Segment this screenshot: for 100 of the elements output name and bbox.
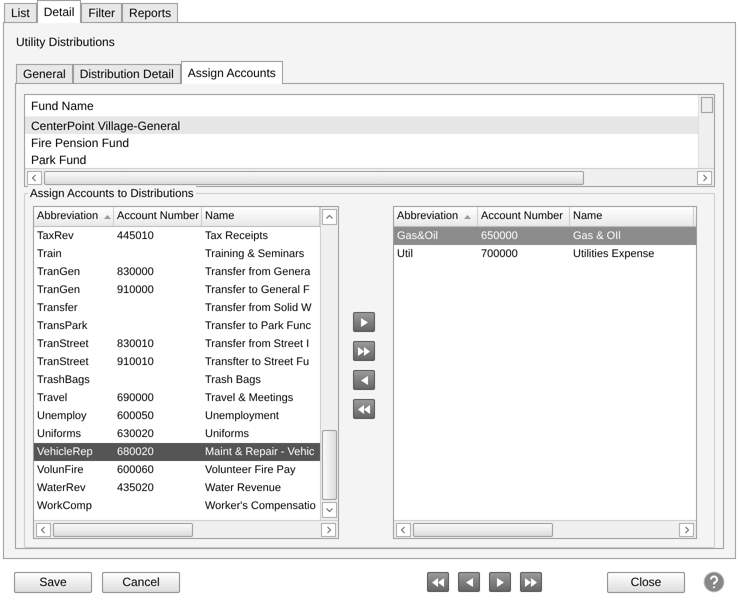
- list-item[interactable]: CenterPoint Village-General: [25, 117, 698, 134]
- column-header[interactable]: Name: [570, 207, 694, 226]
- grid-row[interactable]: TranStreet 910010 Transfter to Street Fu: [34, 353, 320, 371]
- grid-row[interactable]: Util 700000 Utilities Expense: [394, 245, 696, 263]
- horizontal-scrollbar[interactable]: [25, 168, 714, 186]
- table-cell: Trash Bags: [205, 374, 261, 386]
- triangle-icon: [496, 578, 504, 586]
- page-title: Utility Distributions: [16, 34, 116, 51]
- column-header[interactable]: Abbreviation: [394, 207, 478, 226]
- footer-button[interactable]: Save: [14, 572, 92, 592]
- table-cell: 600050: [117, 410, 154, 422]
- table-cell: 630020: [117, 428, 154, 440]
- tab[interactable]: List: [4, 3, 37, 22]
- table-cell: Travel: [37, 392, 68, 404]
- grid-row[interactable]: TranStreet 830010 Transfer from Street I: [34, 335, 320, 353]
- sort-ascending-icon: [104, 214, 112, 218]
- table-cell: TranStreet: [37, 356, 89, 368]
- table-cell: Water Revenue: [205, 482, 282, 494]
- grid-row[interactable]: VolunFire 600060 Volunteer Fire Pay: [34, 461, 320, 479]
- next-record-button[interactable]: [489, 572, 511, 592]
- table-cell: 600060: [117, 464, 154, 476]
- vertical-scrollbar[interactable]: [698, 95, 714, 168]
- tab[interactable]: Reports: [122, 3, 178, 22]
- scrollbar-thumb[interactable]: [322, 430, 337, 500]
- table-cell: Training & Seminars: [205, 248, 304, 260]
- sort-ascending-icon: [464, 214, 472, 218]
- previous-record-button[interactable]: [458, 572, 480, 592]
- horizontal-scrollbar[interactable]: [394, 520, 696, 538]
- table-cell: 690000: [117, 392, 154, 404]
- table-cell: TrashBags: [37, 374, 90, 386]
- table-cell: Transfer from Genera: [205, 266, 310, 278]
- close-button[interactable]: Close: [607, 572, 685, 592]
- grid-row[interactable]: Unemploy 600050 Unemployment: [34, 407, 320, 425]
- add-all-button[interactable]: [353, 341, 375, 361]
- remove-button[interactable]: [353, 370, 375, 390]
- table-cell: Maint & Repair - Vehic: [205, 446, 314, 458]
- grid-row[interactable]: TaxRev 445010 Tax Receipts: [34, 227, 320, 245]
- table-cell: Unemploy: [37, 410, 87, 422]
- table-cell: Unemployment: [205, 410, 279, 422]
- tab[interactable]: Detail: [36, 0, 82, 23]
- table-cell: 830010: [117, 338, 154, 350]
- footer-button[interactable]: Cancel: [102, 572, 180, 592]
- table-cell: TranGen: [37, 266, 80, 278]
- tab[interactable]: Filter: [81, 3, 122, 22]
- double-triangle-icon: [358, 346, 370, 356]
- table-cell: 650000: [481, 230, 518, 242]
- table-cell: Worker's Compensatio: [205, 500, 316, 512]
- table-cell: TaxRev: [37, 230, 74, 242]
- vertical-scrollbar[interactable]: [320, 207, 338, 520]
- table-cell: Utilities Expense: [573, 248, 654, 260]
- table-cell: Train: [37, 248, 62, 260]
- scrollbar-thumb[interactable]: [700, 97, 712, 113]
- scroll-up-icon[interactable]: [322, 209, 337, 225]
- list-item[interactable]: Fire Pension Fund: [25, 134, 698, 151]
- grid-row[interactable]: TranGen 910000 Transfer to General F: [34, 281, 320, 299]
- table-cell: 680020: [117, 446, 154, 458]
- table-cell: Util: [397, 248, 413, 260]
- scrollbar-thumb[interactable]: [44, 170, 584, 184]
- scroll-left-icon[interactable]: [27, 170, 42, 184]
- grid-row[interactable]: Train Training & Seminars: [34, 245, 320, 263]
- column-header[interactable]: Account Number: [478, 207, 570, 226]
- grid-row[interactable]: TrashBags Trash Bags: [34, 371, 320, 389]
- add-button[interactable]: [353, 312, 375, 332]
- table-cell: 910000: [117, 284, 154, 296]
- scroll-left-icon[interactable]: [36, 522, 51, 536]
- grid-row[interactable]: WorkComp Worker's Compensatio: [34, 497, 320, 515]
- last-record-button[interactable]: [520, 572, 542, 592]
- table-cell: 700000: [481, 248, 518, 260]
- remove-all-button[interactable]: [353, 399, 375, 419]
- scrollbar-thumb[interactable]: [413, 522, 553, 536]
- table-cell: Uniforms: [37, 428, 82, 440]
- grid-row[interactable]: TranGen 830000 Transfer from Genera: [34, 263, 320, 281]
- scroll-left-icon[interactable]: [396, 522, 411, 536]
- scroll-right-icon[interactable]: [679, 522, 694, 536]
- grid-row[interactable]: Uniforms 630020 Uniforms: [34, 425, 320, 443]
- table-cell: VehicleRep: [37, 446, 93, 458]
- scroll-right-icon[interactable]: [697, 170, 712, 184]
- help-icon[interactable]: [703, 571, 725, 593]
- column-header[interactable]: Abbreviation: [34, 207, 114, 226]
- tab[interactable]: General: [16, 64, 73, 83]
- horizontal-scrollbar[interactable]: [34, 520, 338, 538]
- table-cell: Transfter to Street Fu: [205, 356, 310, 368]
- grid-row[interactable]: WaterRev 435020 Water Revenue: [34, 479, 320, 497]
- scrollbar-thumb[interactable]: [53, 522, 193, 536]
- scroll-down-icon[interactable]: [322, 502, 337, 518]
- grid-row[interactable]: Travel 690000 Travel & Meetings: [34, 389, 320, 407]
- column-header[interactable]: Account Number: [114, 207, 202, 226]
- table-cell: Transfer to Park Func: [205, 320, 311, 332]
- tab[interactable]: Distribution Detail: [72, 64, 181, 83]
- table-cell: 445010: [117, 230, 154, 242]
- table-cell: WaterRev: [37, 482, 86, 494]
- scroll-right-icon[interactable]: [321, 522, 336, 536]
- list-item[interactable]: Park Fund: [25, 151, 698, 168]
- tab[interactable]: Assign Accounts: [180, 61, 283, 84]
- grid-row[interactable]: Transfer Transfer from Solid W: [34, 299, 320, 317]
- table-cell: Transfer from Street I: [205, 338, 310, 350]
- grid-row[interactable]: TransPark Transfer to Park Func: [34, 317, 320, 335]
- grid-row[interactable]: VehicleRep 680020 Maint & Repair - Vehic: [34, 443, 320, 461]
- table-cell: Volunteer Fire Pay: [205, 464, 296, 476]
- first-record-button[interactable]: [427, 572, 449, 592]
